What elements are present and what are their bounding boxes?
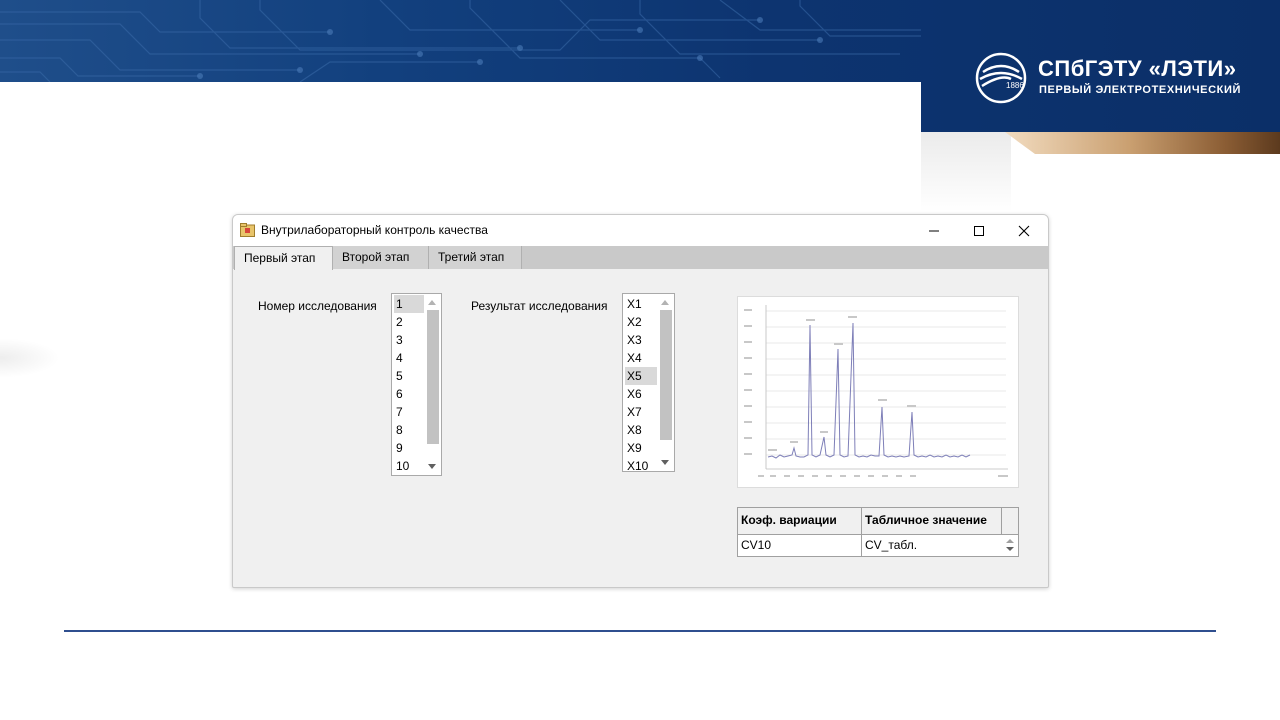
list-item[interactable]: X2 — [625, 313, 658, 331]
variation-grid[interactable]: Коэф. вариации Табличное значение CV10 C… — [737, 507, 1019, 557]
grid-divider — [1001, 508, 1002, 534]
column-header-spacer — [1002, 508, 1018, 534]
scroll-up-icon[interactable] — [661, 300, 669, 305]
study-result-label: Результат исследования — [471, 299, 608, 313]
scroll-down-icon[interactable] — [661, 460, 669, 465]
close-button[interactable] — [1001, 215, 1047, 246]
tab-strip: Первый этап Второй этап Третий этап — [233, 246, 1048, 270]
footer-divider — [64, 630, 1216, 632]
university-name: СПбГЭТУ «ЛЭТИ» — [1038, 56, 1237, 81]
list-item[interactable]: 9 — [394, 439, 424, 457]
list-item[interactable]: X5 — [625, 367, 658, 385]
column-header-table-value[interactable]: Табличное значение — [862, 508, 1002, 534]
left-shadow — [0, 338, 60, 378]
chromatogram-plot — [744, 305, 1008, 477]
list-item[interactable]: 1 — [394, 295, 424, 313]
window-title: Внутрилабораторный контроль качества — [261, 223, 488, 237]
study-result-scrollbar[interactable] — [657, 294, 673, 471]
panel-shadow — [921, 132, 1011, 212]
app-window: Внутрилабораторный контроль качества Пер… — [232, 214, 1049, 588]
list-item[interactable]: 6 — [394, 385, 424, 403]
close-icon — [1018, 225, 1030, 236]
list-item[interactable]: X4 — [625, 349, 658, 367]
study-number-listbox[interactable]: 1 2 3 4 5 6 7 8 9 10 — [391, 293, 442, 476]
list-item[interactable]: 2 — [394, 313, 424, 331]
list-item[interactable]: 5 — [394, 367, 424, 385]
tab-first-stage[interactable]: Первый этап — [234, 246, 333, 270]
scroll-down-icon[interactable] — [428, 464, 436, 469]
spin-arrows-icon — [1006, 539, 1014, 551]
column-header-cv[interactable]: Коэф. вариации — [738, 508, 862, 534]
emblem-year: 1886 — [1006, 81, 1024, 90]
study-number-scrollbar[interactable] — [424, 294, 440, 475]
table-cell-cv[interactable]: CV10 — [738, 533, 862, 555]
scroll-thumb[interactable] — [660, 310, 672, 440]
window-titlebar[interactable]: Внутрилабораторный контроль качества — [233, 215, 1048, 246]
list-item[interactable]: X6 — [625, 385, 658, 403]
university-subtitle: ПЕРВЫЙ ЭЛЕКТРОТЕХНИЧЕСКИЙ — [1039, 84, 1241, 96]
list-item[interactable]: 3 — [394, 331, 424, 349]
table-cell-table-value[interactable]: CV_табл. — [862, 533, 1002, 555]
minimize-icon — [929, 230, 939, 231]
maximize-button[interactable] — [956, 215, 1002, 246]
scroll-up-icon[interactable] — [428, 300, 436, 305]
gold-accent-bar — [1005, 132, 1280, 154]
maximize-icon — [974, 225, 984, 236]
university-logo: 1886 СПбГЭТУ «ЛЭТИ» ПЕРВЫЙ ЭЛЕКТРОТЕХНИЧ… — [975, 52, 1240, 106]
list-item[interactable]: X8 — [625, 421, 658, 439]
list-item[interactable]: X1 — [625, 295, 658, 313]
list-item[interactable]: X10 — [625, 457, 658, 471]
list-item[interactable]: X7 — [625, 403, 658, 421]
folder-app-icon — [240, 223, 255, 237]
circuit-pattern — [0, 0, 921, 82]
tab-third-stage[interactable]: Третий этап — [429, 246, 522, 269]
list-item[interactable]: 4 — [394, 349, 424, 367]
study-result-listbox[interactable]: X1 X2 X3 X4 X5 X6 X7 X8 X9 X10 — [622, 293, 675, 472]
minimize-button[interactable] — [911, 215, 957, 246]
chromatogram-image — [737, 296, 1019, 488]
scroll-thumb[interactable] — [427, 310, 439, 444]
list-item[interactable]: 8 — [394, 421, 424, 439]
list-item[interactable]: X9 — [625, 439, 658, 457]
grid-row-scroller[interactable] — [1002, 535, 1018, 555]
tab-second-stage[interactable]: Второй этап — [333, 246, 429, 269]
list-item[interactable]: 7 — [394, 403, 424, 421]
list-item[interactable]: 10 — [394, 457, 424, 475]
list-item[interactable]: X3 — [625, 331, 658, 349]
study-number-label: Номер исследования — [258, 299, 377, 313]
university-emblem-icon: 1886 — [975, 52, 1027, 104]
